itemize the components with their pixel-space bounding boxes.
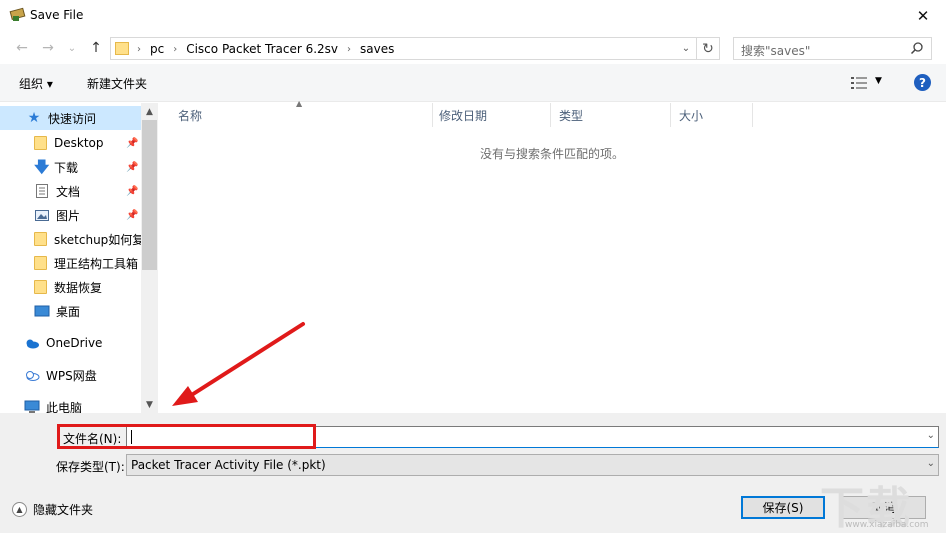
breadcrumb: › pc › Cisco Packet Tracer 6.2sv › saves [137, 42, 394, 56]
breadcrumb-cisco[interactable]: Cisco Packet Tracer 6.2sv [186, 42, 338, 56]
pin-icon: 📌 [126, 161, 139, 173]
chevron-right-icon: › [137, 43, 141, 55]
close-button[interactable]: ✕ [900, 0, 946, 31]
recent-locations-button[interactable]: ⌄ [62, 38, 82, 58]
new-folder-button[interactable]: 新建文件夹 [87, 75, 147, 92]
breadcrumb-pc[interactable]: pc [150, 42, 164, 56]
address-bar[interactable]: › pc › Cisco Packet Tracer 6.2sv › saves… [110, 37, 697, 60]
up-button[interactable]: ↑ [86, 38, 106, 58]
refresh-icon: ↻ [702, 40, 714, 57]
sidebar-item-label: 数据恢复 [54, 280, 103, 295]
forward-button[interactable]: → [38, 38, 58, 58]
empty-message: 没有与搜索条件匹配的项。 [479, 147, 624, 161]
watermark-url: www.xiazaiba.com [845, 520, 929, 530]
view-options-icon[interactable] [851, 76, 867, 90]
download-icon: 🡇 [34, 158, 50, 176]
sidebar-item-quick-access[interactable]: ★ 快速访问 [0, 106, 141, 130]
organize-menu[interactable]: 组织 ▾ [19, 75, 53, 92]
sidebar-item-label: 文档 [56, 184, 81, 199]
save-button[interactable]: 保存(S) [741, 496, 825, 519]
sidebar-item-label: 理正结构工具箱 [54, 256, 139, 271]
chevron-down-icon: ⌄ [926, 458, 935, 469]
sidebar-item-label: 快速访问 [48, 111, 97, 126]
chevron-down-icon: ⌄ [681, 43, 691, 54]
search-input[interactable]: 搜索"saves" [733, 37, 932, 60]
title-bar: Save File ✕ [0, 0, 946, 32]
filetype-label: 保存类型(T): [56, 460, 125, 474]
search-icon [910, 42, 923, 55]
folder-icon [115, 42, 129, 55]
search-placeholder: 搜索"saves" [741, 44, 811, 58]
folder-icon [34, 136, 47, 150]
back-button[interactable]: ← [12, 38, 32, 58]
refresh-button[interactable]: ↻ [697, 37, 720, 60]
picture-icon [35, 210, 49, 221]
folder-icon [34, 256, 47, 270]
chevron-down-icon[interactable]: ⌄ [927, 430, 935, 441]
document-icon [36, 184, 48, 198]
desktop-icon [34, 305, 50, 317]
close-icon: ✕ [916, 6, 930, 25]
packet-tracer-app-icon [9, 7, 26, 21]
sidebar-item-label: OneDrive [46, 336, 103, 350]
help-icon[interactable]: ? [914, 74, 931, 91]
chevron-right-icon: › [347, 43, 352, 55]
cloud-icon [26, 339, 39, 349]
pin-icon: 📌 [126, 185, 139, 197]
hide-folders-label: 隐藏文件夹 [33, 503, 94, 517]
filetype-select[interactable]: Packet Tracer Activity File (*.pkt) ⌄ [126, 454, 939, 476]
column-header-size[interactable]: 大小 [671, 103, 753, 127]
back-arrow-icon: ← [16, 40, 28, 56]
sidebar-item-data-recovery[interactable]: 数据恢复 [0, 275, 141, 299]
sidebar-item-label: WPS网盘 [46, 368, 97, 383]
column-header-date[interactable]: 修改日期 [431, 103, 551, 127]
breadcrumb-saves[interactable]: saves [360, 42, 394, 56]
hide-folders-toggle[interactable]: ▲ 隐藏文件夹 [12, 501, 93, 518]
folder-icon [34, 280, 47, 294]
navigation-pane: ★ 快速访问 Desktop 📌 🡇 下载 📌 文档 📌 图片 📌 sketch… [0, 103, 158, 415]
sidebar-item-documents[interactable]: 文档 📌 [0, 179, 141, 203]
wps-cloud-icon [26, 371, 40, 381]
sidebar-item-label: 下载 [54, 160, 79, 175]
column-header-type[interactable]: 类型 [551, 103, 671, 127]
annotation-highlight-box [57, 424, 316, 449]
column-header-name[interactable]: 名称 [170, 103, 433, 127]
scroll-down-icon[interactable]: ▼ [141, 396, 158, 413]
sidebar-item-onedrive[interactable]: OneDrive [0, 331, 141, 355]
sidebar-item-desktop-cn[interactable]: 桌面 [0, 299, 141, 323]
sidebar-item-pictures[interactable]: 图片 📌 [0, 203, 141, 227]
forward-arrow-icon: → [42, 40, 54, 56]
scroll-up-icon[interactable]: ▲ [141, 103, 158, 120]
sidebar-item-label: 桌面 [56, 304, 81, 319]
pin-icon: 📌 [126, 209, 139, 221]
chevron-down-icon: ⌄ [67, 42, 77, 54]
address-dropdown-button[interactable]: ⌄ [679, 41, 693, 56]
sidebar-item-sketchup[interactable]: sketchup如何复 [0, 227, 141, 251]
navigation-scrollbar[interactable]: ▲ ▼ [141, 103, 158, 413]
sidebar-item-lizheng[interactable]: 理正结构工具箱 [0, 251, 141, 275]
command-toolbar: 组织 ▾ 新建文件夹 ▼ ? [0, 64, 946, 102]
scrollbar-thumb[interactable] [142, 120, 157, 270]
star-icon: ★ [27, 110, 41, 126]
pin-icon: 📌 [126, 137, 139, 149]
file-list: ▲ 名称 修改日期 类型 大小 没有与搜索条件匹配的项。 [158, 99, 946, 413]
filetype-value: Packet Tracer Activity File (*.pkt) [131, 458, 326, 472]
window-title: Save File [30, 8, 84, 22]
sidebar-item-label: sketchup如何复 [54, 232, 141, 247]
sidebar-item-wps[interactable]: WPS网盘 [0, 363, 141, 387]
sidebar-item-desktop[interactable]: Desktop 📌 [0, 131, 141, 155]
sidebar-item-label: Desktop [54, 136, 104, 150]
sidebar-item-downloads[interactable]: 🡇 下载 📌 [0, 155, 141, 179]
up-arrow-icon: ↑ [90, 40, 102, 56]
sidebar-item-label: 图片 [56, 208, 81, 223]
view-dropdown-icon[interactable]: ▼ [875, 76, 882, 86]
chevron-up-icon: ▲ [12, 502, 27, 517]
navigation-bar: ← → ⌄ ↑ › pc › Cisco Packet Tracer 6.2sv… [0, 32, 946, 64]
folder-icon [34, 232, 47, 246]
chevron-right-icon: › [173, 43, 178, 55]
